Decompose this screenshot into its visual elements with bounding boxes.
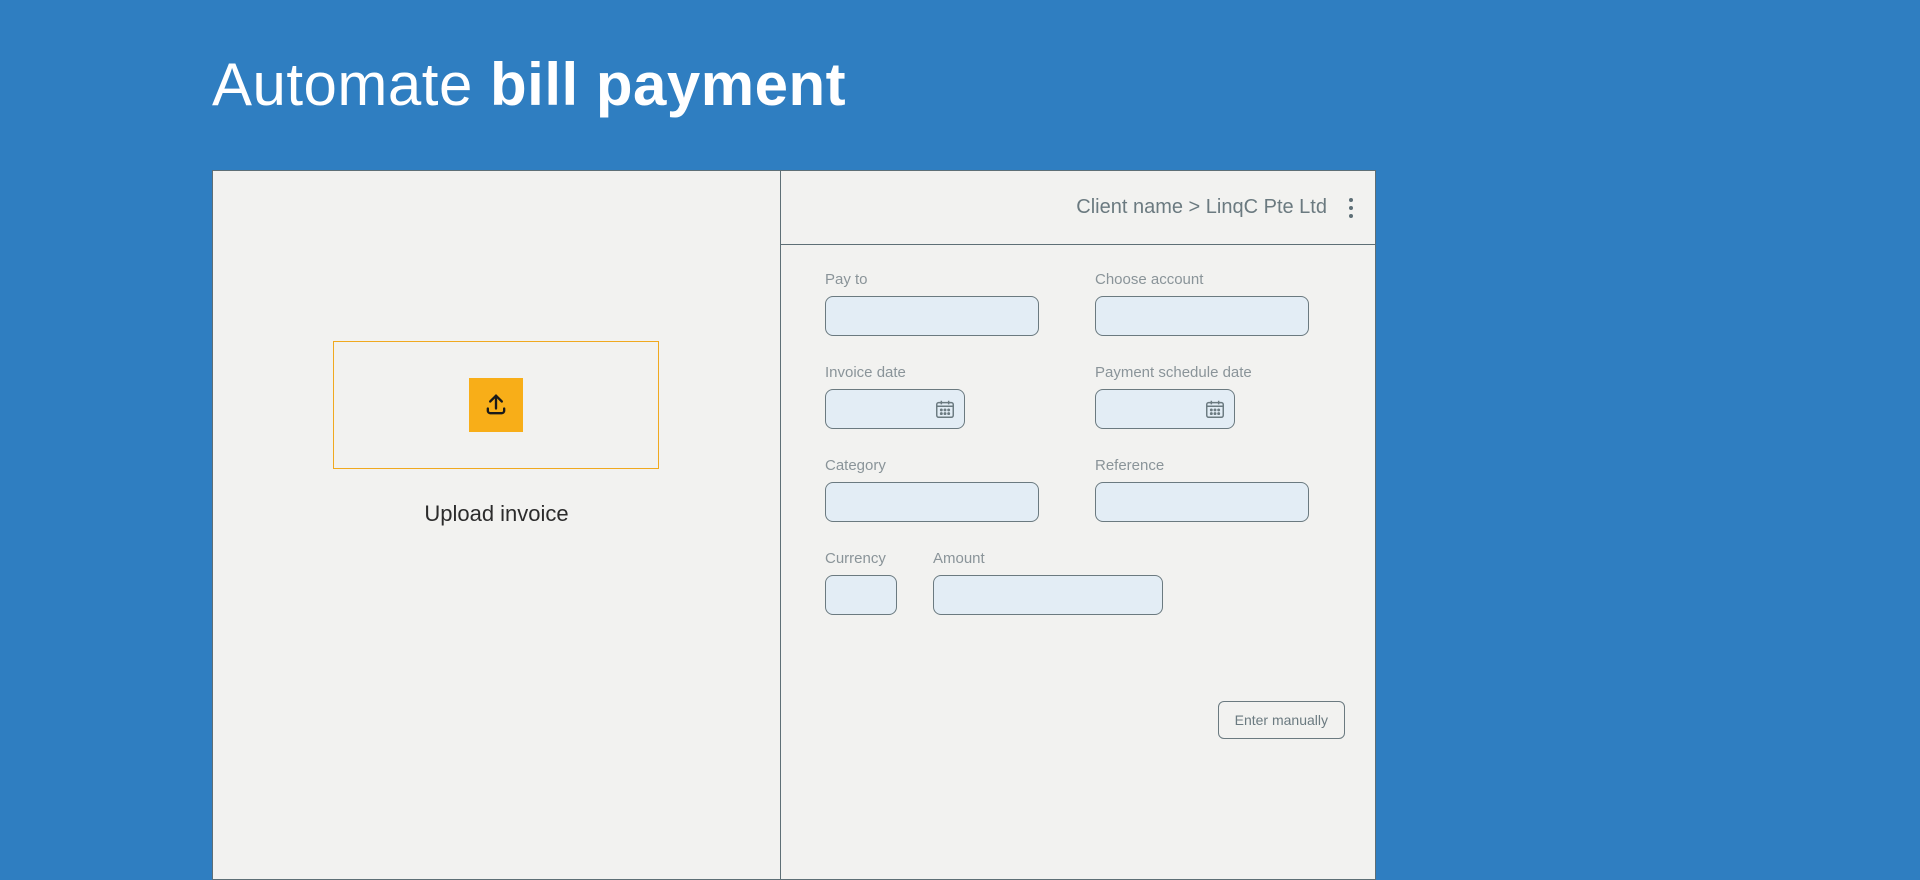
title-bold: bill payment — [490, 51, 846, 118]
more-options-icon[interactable] — [1345, 194, 1357, 222]
breadcrumb: Client name > LinqC Pte Ltd — [1076, 196, 1327, 219]
field-category: Category — [825, 457, 1039, 522]
field-pay-to: Pay to — [825, 271, 1039, 336]
pay-to-input[interactable] — [825, 296, 1039, 336]
form-row: Category Reference — [825, 457, 1331, 522]
field-payment-schedule-date: Payment schedule date — [1095, 364, 1309, 429]
form-area: Pay to Choose account Invoice date — [825, 271, 1331, 643]
form-row: Invoice date — [825, 364, 1331, 429]
payment-schedule-date-input[interactable] — [1095, 389, 1235, 429]
page-title: Automate bill payment — [212, 50, 846, 119]
upload-dropzone[interactable] — [333, 341, 659, 469]
field-amount: Amount — [933, 550, 1163, 615]
field-invoice-date: Invoice date — [825, 364, 1039, 429]
enter-manually-button[interactable]: Enter manually — [1218, 701, 1345, 739]
calendar-icon — [934, 398, 956, 420]
calendar-icon — [1204, 398, 1226, 420]
bill-payment-panel: Upload invoice Client name > LinqC Pte L… — [212, 170, 1376, 880]
form-pane: Client name > LinqC Pte Ltd Pay to Choos… — [781, 171, 1375, 879]
field-choose-account: Choose account — [1095, 271, 1309, 336]
field-reference: Reference — [1095, 457, 1309, 522]
label-pay-to: Pay to — [825, 271, 1039, 288]
label-category: Category — [825, 457, 1039, 474]
form-row: Pay to Choose account — [825, 271, 1331, 336]
upload-label: Upload invoice — [213, 501, 780, 527]
choose-account-input[interactable] — [1095, 296, 1309, 336]
form-row: Currency Amount — [825, 550, 1331, 615]
label-reference: Reference — [1095, 457, 1309, 474]
upload-icon — [469, 378, 523, 432]
upload-pane: Upload invoice — [213, 171, 781, 879]
label-currency: Currency — [825, 550, 897, 567]
category-input[interactable] — [825, 482, 1039, 522]
invoice-date-input[interactable] — [825, 389, 965, 429]
form-header: Client name > LinqC Pte Ltd — [781, 171, 1375, 245]
breadcrumb-value: LinqC Pte Ltd — [1206, 196, 1327, 218]
breadcrumb-label: Client name — [1076, 196, 1183, 218]
currency-input[interactable] — [825, 575, 897, 615]
title-prefix: Automate — [212, 51, 490, 118]
reference-input[interactable] — [1095, 482, 1309, 522]
label-payment-schedule-date: Payment schedule date — [1095, 364, 1309, 381]
amount-input[interactable] — [933, 575, 1163, 615]
label-invoice-date: Invoice date — [825, 364, 1039, 381]
field-currency: Currency — [825, 550, 897, 615]
label-amount: Amount — [933, 550, 1163, 567]
label-choose-account: Choose account — [1095, 271, 1309, 288]
breadcrumb-separator: > — [1189, 196, 1201, 218]
